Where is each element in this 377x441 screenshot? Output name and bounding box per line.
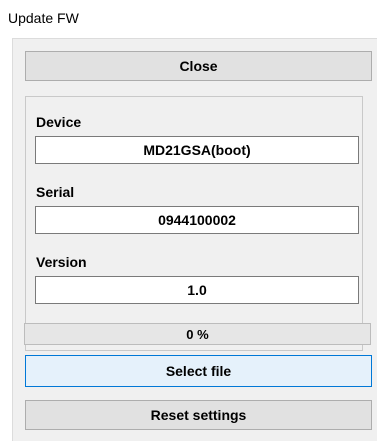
serial-label: Serial [36, 184, 75, 200]
progress-text: 0 % [186, 326, 209, 342]
title-bar: Update FW [0, 0, 377, 37]
serial-field: 0944100002 [35, 206, 359, 234]
version-field: 1.0 [35, 276, 359, 304]
select-file-button[interactable]: Select file [25, 355, 372, 387]
version-label: Version [36, 254, 87, 270]
reset-settings-button[interactable]: Reset settings [25, 400, 372, 430]
update-fw-window: Update FW Close Device MD21GSA(boot) Ser… [0, 0, 377, 441]
device-info-group: Device MD21GSA(boot) Serial 0944100002 V… [25, 96, 363, 351]
close-button[interactable]: Close [25, 51, 372, 81]
window-title: Update FW [8, 10, 79, 26]
device-field: MD21GSA(boot) [35, 136, 359, 164]
dialog-body: Close Device MD21GSA(boot) Serial 094410… [12, 38, 377, 441]
device-label: Device [36, 114, 82, 130]
progress-bar: 0 % [24, 323, 371, 345]
